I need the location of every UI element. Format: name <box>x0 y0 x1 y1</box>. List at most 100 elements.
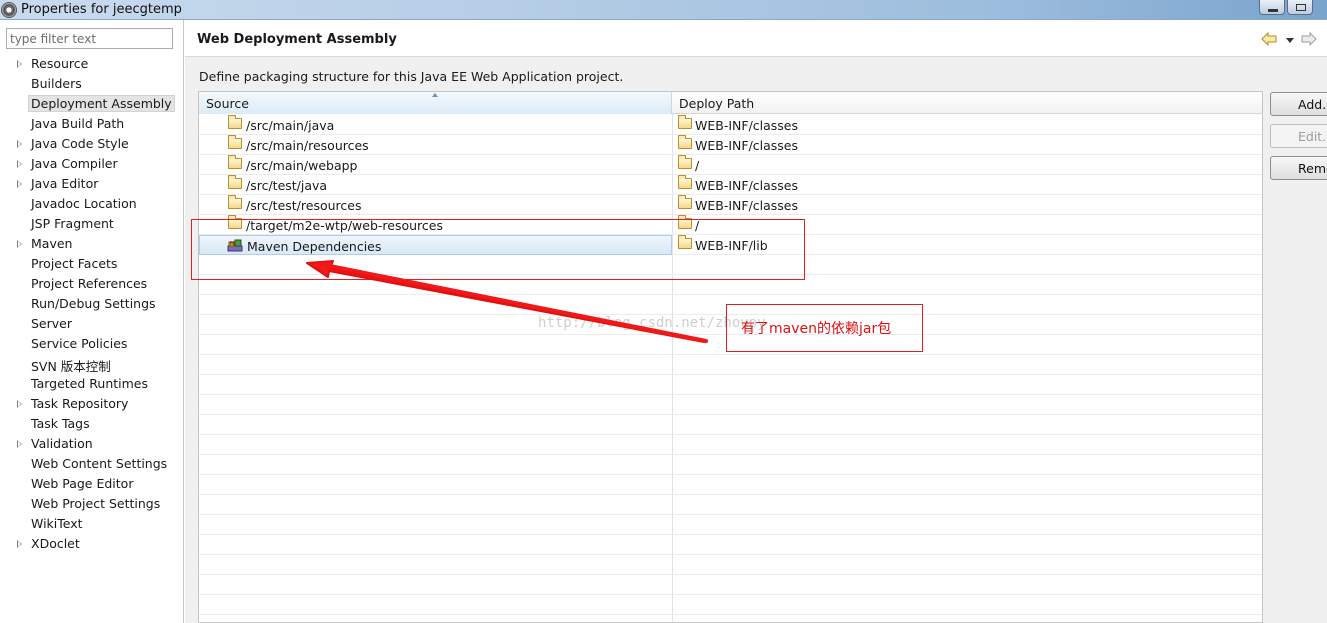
column-header-deploy-path[interactable]: Deploy Path <box>673 92 1262 114</box>
deploy-path-cell <box>673 595 1262 615</box>
maximize-icon <box>1296 4 1306 11</box>
deploy-path-cell <box>673 535 1262 555</box>
expand-arrow-icon[interactable] <box>17 180 22 188</box>
expand-arrow-icon[interactable] <box>17 400 22 408</box>
tree-item-label: Java Code Style <box>31 136 129 151</box>
source-cell: /src/test/resources <box>199 195 672 215</box>
source-cell <box>199 355 672 375</box>
table-row-empty <box>199 535 1262 555</box>
deploy-path-cell <box>673 415 1262 435</box>
source-cell <box>199 375 672 395</box>
tree-item-label: SVN 版本控制 <box>31 359 111 374</box>
source-path-text: /src/test/java <box>246 178 328 193</box>
tree-item-java-code-style[interactable]: Java Code Style <box>0 134 183 154</box>
tree-item-web-content-settings[interactable]: Web Content Settings <box>0 454 183 474</box>
tree-item-xdoclet[interactable]: XDoclet <box>0 534 183 554</box>
deploy-path-cell <box>673 575 1262 595</box>
page-description: Define packaging structure for this Java… <box>199 69 624 84</box>
tree-item-label: Web Page Editor <box>31 476 134 491</box>
deploy-path-cell <box>673 615 1262 622</box>
tree-item-java-build-path[interactable]: Java Build Path <box>0 114 183 134</box>
tree-item-maven[interactable]: Maven <box>0 234 183 254</box>
source-path-text: /src/test/resources <box>246 198 362 213</box>
tree-item-label: JSP Fragment <box>31 216 114 231</box>
forward-arrow-icon[interactable] <box>1301 32 1317 46</box>
tree-item-label: WikiText <box>31 516 83 531</box>
deploy-path-cell: WEB-INF/classes <box>673 135 1262 155</box>
tree-item-builders[interactable]: Builders <box>0 74 183 94</box>
source-cell <box>199 335 672 355</box>
table-row-empty <box>199 375 1262 395</box>
source-cell <box>199 595 672 615</box>
expand-arrow-icon[interactable] <box>17 540 22 548</box>
source-path-text: /src/main/webapp <box>246 158 358 173</box>
source-cell <box>199 395 672 415</box>
tree-item-service-policies[interactable]: Service Policies <box>0 334 183 354</box>
remove-button[interactable]: Remove <box>1270 156 1327 180</box>
tree-item-deployment-assembly[interactable]: Deployment Assembly <box>0 94 183 114</box>
sort-ascending-icon <box>432 93 438 97</box>
tree-item-web-project-settings[interactable]: Web Project Settings <box>0 494 183 514</box>
eclipse-app-icon <box>1 2 17 18</box>
add-button[interactable]: Add... <box>1270 92 1327 116</box>
deploy-path-text: WEB-INF/classes <box>695 178 799 193</box>
back-arrow-icon[interactable] <box>1261 32 1277 46</box>
folder-icon <box>678 115 692 129</box>
table-row[interactable]: /src/main/java WEB-INF/classes <box>199 115 1262 135</box>
tree-item-project-facets[interactable]: Project Facets <box>0 254 183 274</box>
folder-icon <box>678 175 692 189</box>
tree-item-javadoc-location[interactable]: Javadoc Location <box>0 194 183 214</box>
folder-icon <box>228 155 242 169</box>
tree-item-label: Server <box>31 316 72 331</box>
tree-item-label: XDoclet <box>31 536 80 551</box>
tree-item-wikitext[interactable]: WikiText <box>0 514 183 534</box>
source-cell: /src/main/java <box>199 115 672 135</box>
window-titlebar: Properties for jeecgtemp <box>0 0 1327 20</box>
source-cell: /src/main/webapp <box>199 155 672 175</box>
tree-item-run-debug-settings[interactable]: Run/Debug Settings <box>0 294 183 314</box>
maximize-button[interactable] <box>1287 0 1313 15</box>
table-row[interactable]: /src/main/webapp / <box>199 155 1262 175</box>
history-menu-icon[interactable] <box>1286 38 1294 43</box>
source-cell <box>199 515 672 535</box>
expand-arrow-icon[interactable] <box>17 140 22 148</box>
deploy-path-cell <box>673 395 1262 415</box>
source-path-text: /src/main/java <box>246 118 335 133</box>
tree-item-svn[interactable]: SVN 版本控制 <box>0 354 183 374</box>
column-header-source[interactable]: Source <box>199 92 672 114</box>
expand-arrow-icon[interactable] <box>17 60 22 68</box>
tree-item-java-compiler[interactable]: Java Compiler <box>0 154 183 174</box>
expand-arrow-icon[interactable] <box>17 160 22 168</box>
tree-item-web-page-editor[interactable]: Web Page Editor <box>0 474 183 494</box>
table-row[interactable]: /src/test/resources WEB-INF/classes <box>199 195 1262 215</box>
minimize-button[interactable] <box>1259 0 1285 15</box>
tree-item-label: Service Policies <box>31 336 128 351</box>
tree-item-java-editor[interactable]: Java Editor <box>0 174 183 194</box>
source-cell <box>199 415 672 435</box>
table-row[interactable]: /src/test/java WEB-INF/classes <box>199 175 1262 195</box>
tree-item-task-repository[interactable]: Task Repository <box>0 394 183 414</box>
deploy-path-cell <box>673 515 1262 535</box>
tree-item-label: Builders <box>31 76 82 91</box>
tree-item-project-references[interactable]: Project References <box>0 274 183 294</box>
tree-item-label: Task Tags <box>31 416 90 431</box>
tree-item-jsp-fragment[interactable]: JSP Fragment <box>0 214 183 234</box>
tree-item-task-tags[interactable]: Task Tags <box>0 414 183 434</box>
table-row[interactable]: /src/main/resources WEB-INF/classes <box>199 135 1262 155</box>
filter-input[interactable] <box>6 28 173 49</box>
source-cell <box>199 295 672 315</box>
source-cell <box>199 455 672 475</box>
table-row-empty <box>199 455 1262 475</box>
tree-item-targeted-runtimes[interactable]: Targeted Runtimes <box>0 374 183 394</box>
expand-arrow-icon[interactable] <box>17 440 22 448</box>
deploy-path-text: WEB-INF/classes <box>695 198 799 213</box>
tree-item-resource[interactable]: Resource <box>0 54 183 74</box>
expand-arrow-icon[interactable] <box>17 240 22 248</box>
tree-item-server[interactable]: Server <box>0 314 183 334</box>
folder-icon <box>228 135 242 149</box>
tree-item-validation[interactable]: Validation <box>0 434 183 454</box>
deploy-path-text: / <box>695 158 700 173</box>
folder-icon <box>228 115 242 129</box>
table-row-empty <box>199 615 1262 622</box>
tree-item-label: Web Project Settings <box>31 496 161 511</box>
